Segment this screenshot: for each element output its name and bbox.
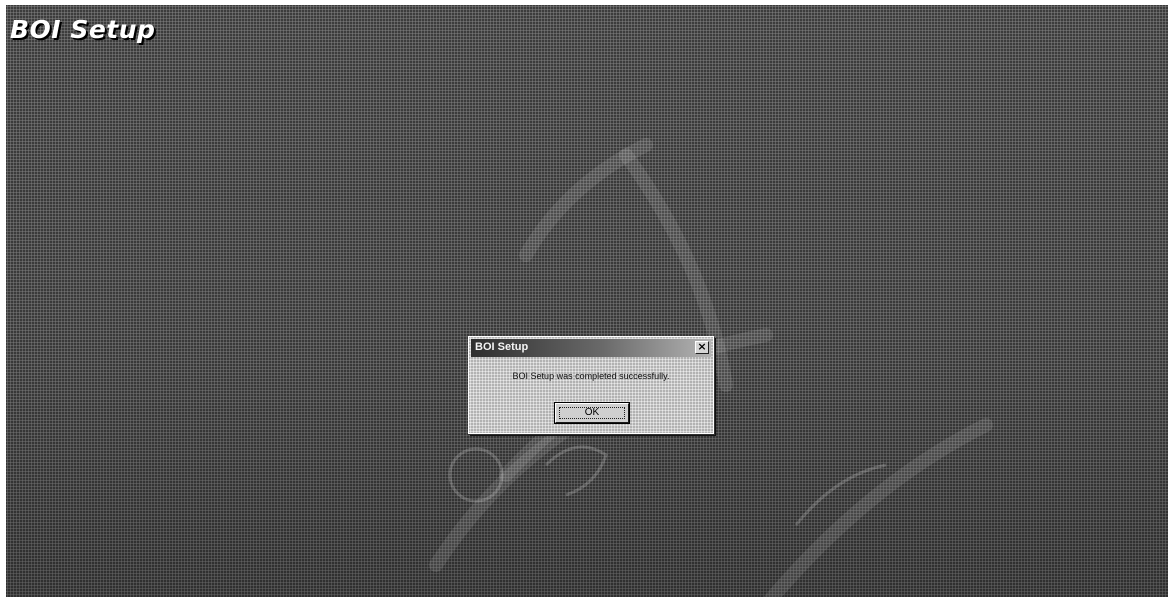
completion-dialog: BOI Setup × BOI Setup was completed succ…	[468, 336, 714, 434]
ok-button[interactable]: OK	[555, 403, 629, 423]
setup-background: BOI Setup BOI Setup × BOI Setup was comp…	[6, 5, 1168, 597]
ok-button-label: OK	[584, 407, 600, 418]
dialog-titlebar[interactable]: BOI Setup ×	[471, 339, 711, 357]
dialog-title: BOI Setup	[475, 341, 529, 353]
watermark-graphic	[429, 138, 993, 597]
setup-title: BOI Setup	[10, 15, 156, 44]
dialog-message: BOI Setup was completed successfully.	[512, 371, 670, 381]
close-button[interactable]: ×	[695, 340, 709, 354]
close-icon: ×	[697, 340, 707, 353]
